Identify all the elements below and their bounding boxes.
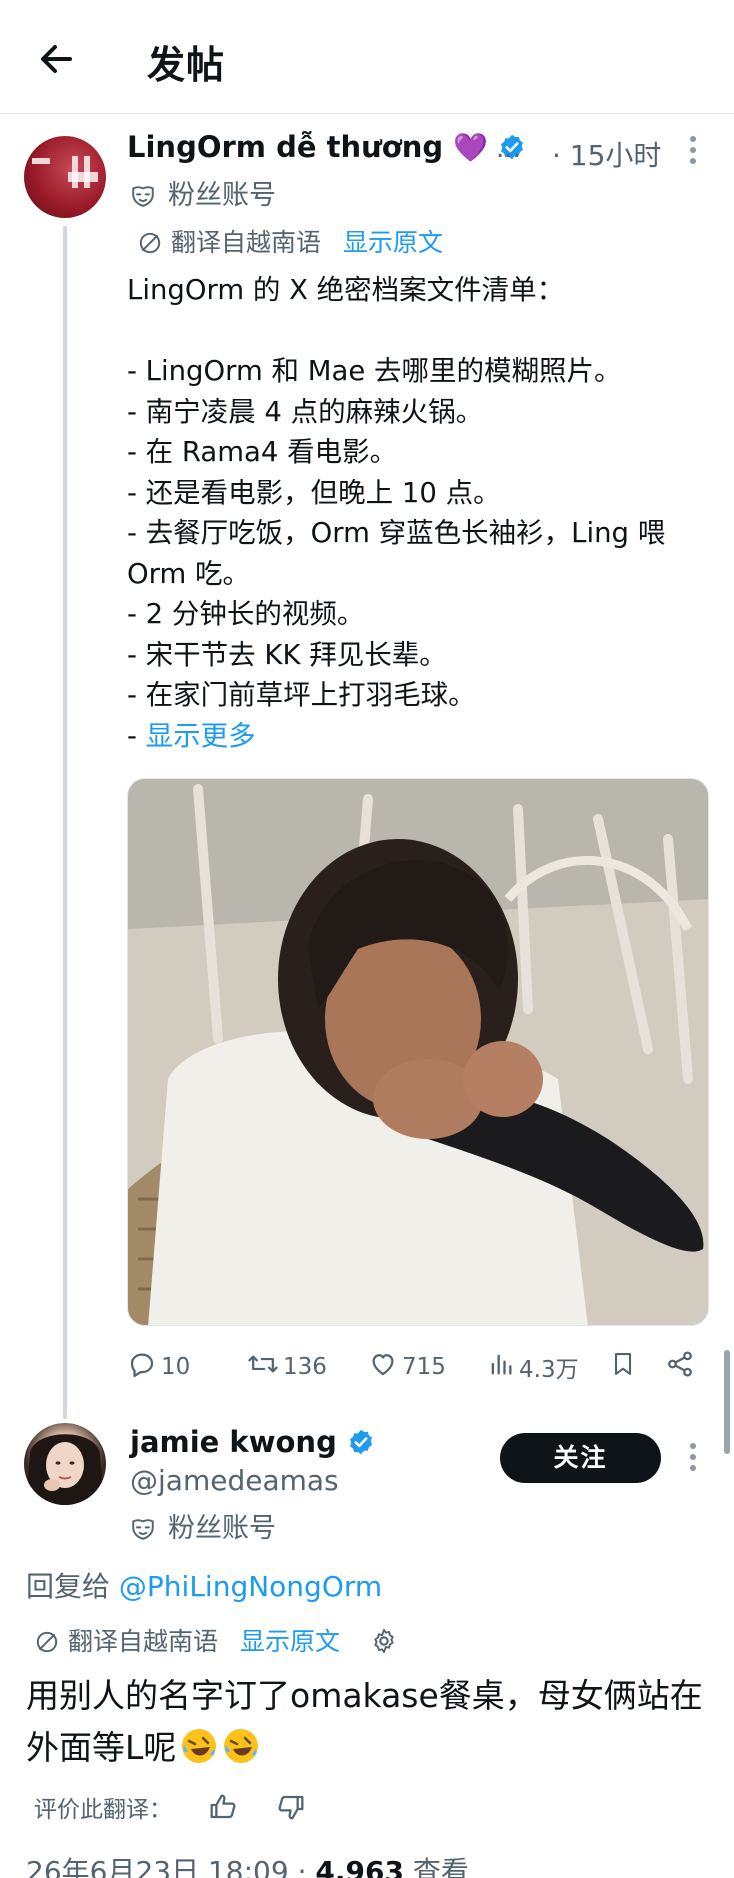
- reply-button[interactable]: 10: [127, 1347, 190, 1387]
- post-time[interactable]: · 15小时: [552, 134, 661, 174]
- tweet-text-line: [127, 311, 717, 352]
- reply-text: 用别人的名字订了omakase餐桌，母女俩站在外面等L呢: [26, 1676, 703, 1767]
- reply-author-handle[interactable]: @jamedeamas: [130, 1464, 339, 1497]
- follow-button[interactable]: 关注: [500, 1433, 661, 1483]
- name-overflow: ...: [496, 134, 521, 164]
- repost-count: 136: [283, 1354, 327, 1380]
- views-button[interactable]: 4.3万: [487, 1347, 579, 1387]
- reply-author-name-row[interactable]: jamie kwong: [130, 1425, 375, 1463]
- more-options-icon[interactable]: [688, 1443, 698, 1477]
- rofl-emoji-icon: [180, 1727, 218, 1765]
- tweet-text: LingOrm 的 X 绝密档案文件清单： - LingOrm 和 Mae 去哪…: [127, 270, 717, 756]
- bookmark-button[interactable]: [609, 1347, 641, 1387]
- back-arrow-icon[interactable]: [34, 36, 80, 82]
- author-avatar[interactable]: [24, 136, 106, 218]
- author-name[interactable]: LingOrm dễ thương: [127, 130, 443, 164]
- post-metadata: 26年6月23日 18:09 · 4,963 查看: [26, 1850, 469, 1878]
- reply-icon: [127, 1349, 161, 1385]
- show-original-link[interactable]: 显示原文: [240, 1627, 340, 1656]
- purple-heart-emoji: 💜: [453, 131, 489, 164]
- scrollbar-thumb[interactable]: [724, 1350, 730, 1454]
- rofl-emoji-icon: [222, 1727, 260, 1765]
- share-button[interactable]: [665, 1347, 699, 1387]
- mask-icon: [130, 1513, 168, 1544]
- views-label: 查看: [412, 1855, 469, 1878]
- author-name-row[interactable]: LingOrm dễ thương 💜: [127, 130, 526, 168]
- tweet-text-line: - 还是看电影，但晚上 10 点。: [127, 476, 501, 509]
- tweet-text-line: Orm 吃。: [127, 557, 250, 590]
- gear-icon[interactable]: [370, 1627, 406, 1656]
- tweet-text-line: - 宋干节去 KK 拜见长辈。: [127, 638, 447, 671]
- repost-button[interactable]: 136: [247, 1347, 327, 1387]
- show-original-link[interactable]: 显示原文: [343, 228, 443, 257]
- tweet-text-line: LingOrm 的 X 绝密档案文件清单：: [127, 274, 565, 306]
- views-icon: [487, 1349, 519, 1385]
- translate-icon: [34, 1627, 68, 1656]
- reply-translation-notice: 翻译自越南语 显示原文: [34, 1622, 406, 1658]
- like-button[interactable]: 715: [368, 1347, 446, 1387]
- verified-badge-icon: [347, 1428, 375, 1463]
- thumbs-up-icon[interactable]: [179, 1794, 239, 1823]
- heart-icon: [368, 1349, 402, 1385]
- reply-fan-account-label: 粉丝账号: [130, 1506, 276, 1545]
- post-timestamp[interactable]: 26年6月23日 18:09 ·: [26, 1855, 306, 1878]
- tweet-text-line: - LingOrm 和 Mae 去哪里的模糊照片。: [127, 355, 622, 387]
- tweet-text-line: - 去餐厅吃饭，Orm 穿蓝色长袖衫，Ling 喂: [127, 517, 666, 549]
- tweet-text-line: - 南宁凌晨 4 点的麻辣火锅。: [127, 395, 484, 428]
- tweet-text-line: - 在 Rama4 看电影。: [127, 436, 398, 468]
- reply-to-label: 回复给 @PhiLingNongOrm: [26, 1570, 383, 1603]
- reply-to-mention[interactable]: @PhiLingNongOrm: [119, 1570, 382, 1603]
- rate-translation-row: 评价此翻译：: [34, 1790, 307, 1824]
- reply-author-avatar[interactable]: [24, 1423, 106, 1505]
- tweet-photo[interactable]: [127, 778, 709, 1326]
- reply-author-name[interactable]: jamie kwong: [130, 1425, 337, 1459]
- fan-account-label: 粉丝账号: [130, 173, 276, 212]
- show-more-link[interactable]: 显示更多: [146, 720, 256, 752]
- page-title: 发帖: [147, 43, 226, 87]
- top-bar: 发帖: [0, 0, 734, 114]
- translate-icon: [137, 228, 171, 257]
- like-count: 715: [402, 1354, 446, 1380]
- post-view-count: 4,963: [315, 1855, 404, 1878]
- show-more-line: - 显示更多: [127, 719, 256, 752]
- reply-count: 10: [161, 1354, 191, 1380]
- translation-notice: 翻译自越南语 显示原文: [137, 223, 443, 259]
- thumbs-down-icon[interactable]: [247, 1795, 307, 1823]
- bookmark-icon: [609, 1349, 641, 1385]
- mask-icon: [130, 180, 168, 211]
- tweet-text-line: - 在家门前草坪上打羽毛球。: [127, 679, 476, 711]
- repost-icon: [247, 1349, 283, 1385]
- views-count: 4.3万: [519, 1357, 579, 1383]
- more-options-icon[interactable]: [688, 136, 698, 170]
- tweet-text-line: - 2 分钟长的视频。: [127, 598, 365, 630]
- tweet-action-bar: 10 136 715 4.3万: [127, 1347, 727, 1387]
- share-icon: [665, 1349, 699, 1385]
- thread-connector-line: [63, 226, 67, 1419]
